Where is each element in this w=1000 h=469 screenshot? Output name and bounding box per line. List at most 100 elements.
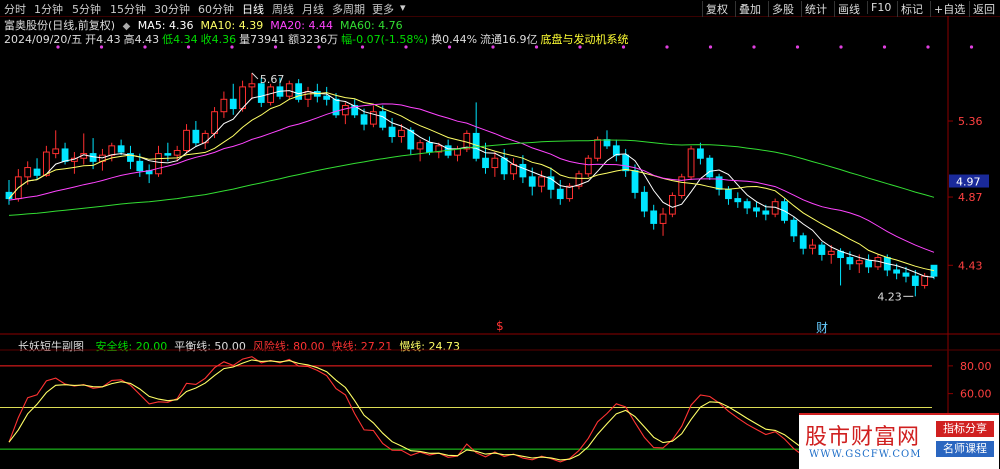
candle xyxy=(528,176,536,187)
candle xyxy=(341,105,349,116)
watermark-title: 股市财富网 xyxy=(805,425,921,450)
signal-dot xyxy=(926,45,930,49)
y-tick-label: 5.36 xyxy=(958,115,983,128)
candle xyxy=(304,91,312,100)
candle xyxy=(827,250,835,255)
candle xyxy=(407,129,415,150)
signal-dot xyxy=(534,45,539,49)
candle xyxy=(668,194,676,215)
fast-line xyxy=(8,356,935,464)
candle xyxy=(556,188,564,200)
candle xyxy=(519,163,527,178)
candle xyxy=(257,83,265,103)
event-marker: $ xyxy=(496,319,504,333)
candle xyxy=(631,170,639,193)
ma5-line xyxy=(8,90,935,278)
candle xyxy=(921,275,929,286)
watermark-tag-share[interactable]: 指标分享 xyxy=(936,421,994,437)
candle xyxy=(201,132,209,144)
candle xyxy=(164,153,172,156)
candle xyxy=(809,244,816,249)
candle xyxy=(584,157,592,175)
candle xyxy=(416,142,424,150)
signal-dot xyxy=(708,45,713,49)
candle xyxy=(594,139,602,159)
candle xyxy=(220,98,228,113)
y-tick-label: 80.00 xyxy=(960,360,992,373)
current-price-label: 4.97 xyxy=(956,176,981,189)
candle xyxy=(697,148,704,159)
signal-dot xyxy=(317,45,321,49)
ma60-line xyxy=(8,139,935,216)
candle xyxy=(538,176,545,187)
signal-dot xyxy=(447,45,452,49)
signal-dot xyxy=(621,45,626,49)
candle xyxy=(24,167,32,178)
candle xyxy=(136,160,144,172)
y-tick-label: 4.43 xyxy=(958,259,983,272)
candle xyxy=(734,198,742,203)
signal-dot xyxy=(360,45,365,49)
candle xyxy=(725,188,732,200)
signal-dot xyxy=(839,45,843,49)
kline-chart[interactable]: 5.36 4.87 4.43 4.97 5.67 4.23 $ 财 80.00 60.00 xyxy=(0,0,1000,467)
candle xyxy=(398,129,405,138)
candle xyxy=(566,185,574,200)
candle xyxy=(108,145,116,156)
high-marker xyxy=(251,72,259,80)
candle xyxy=(930,264,938,277)
low-label: 4.23 xyxy=(877,290,902,303)
candle xyxy=(33,168,41,176)
slow-line xyxy=(8,359,935,461)
high-label: 5.67 xyxy=(260,73,285,86)
candle xyxy=(911,275,919,286)
watermark-tag-course[interactable]: 名师课程 xyxy=(936,441,994,457)
candle xyxy=(640,191,648,212)
ma10-line xyxy=(8,92,935,272)
candle xyxy=(893,269,901,274)
finance-marker: 财 xyxy=(816,321,828,335)
signal-dot xyxy=(273,45,278,49)
candle xyxy=(491,157,499,169)
signal-dot xyxy=(752,45,756,49)
candle xyxy=(500,157,508,175)
candle xyxy=(612,145,620,156)
candle xyxy=(753,207,760,212)
signal-dot xyxy=(230,45,234,49)
signal-dot xyxy=(969,45,974,49)
candle xyxy=(192,129,200,144)
y-tick-label: 4.87 xyxy=(958,191,983,204)
watermark: 股市财富网 WWW.GSCFW.COM 指标分享 名师课程 xyxy=(799,413,999,469)
candle xyxy=(211,111,218,134)
candle xyxy=(248,83,256,88)
candle xyxy=(603,139,611,147)
watermark-url: WWW.GSCFW.COM xyxy=(809,449,922,460)
signal-dot xyxy=(491,45,495,49)
candle xyxy=(790,219,798,237)
candle xyxy=(285,83,293,97)
candle xyxy=(902,272,910,277)
signal-dot xyxy=(143,45,147,49)
candle xyxy=(622,154,630,172)
candle xyxy=(183,129,190,151)
signal-dot xyxy=(882,45,887,49)
candle xyxy=(855,260,863,265)
candle xyxy=(379,111,387,128)
signal-dot xyxy=(56,45,60,49)
candle xyxy=(762,210,770,215)
candle xyxy=(155,153,162,175)
candle xyxy=(799,235,807,249)
signal-dot xyxy=(665,45,669,49)
candle xyxy=(659,213,667,224)
candle xyxy=(388,126,396,138)
candle xyxy=(743,201,751,209)
candle xyxy=(61,148,69,162)
signal-dot xyxy=(404,45,408,49)
signal-dot xyxy=(186,45,191,49)
candle xyxy=(52,148,60,155)
signal-dot xyxy=(99,45,104,49)
candle xyxy=(706,157,714,178)
signal-dot xyxy=(795,45,800,49)
candle xyxy=(818,244,826,255)
candle xyxy=(332,98,340,116)
